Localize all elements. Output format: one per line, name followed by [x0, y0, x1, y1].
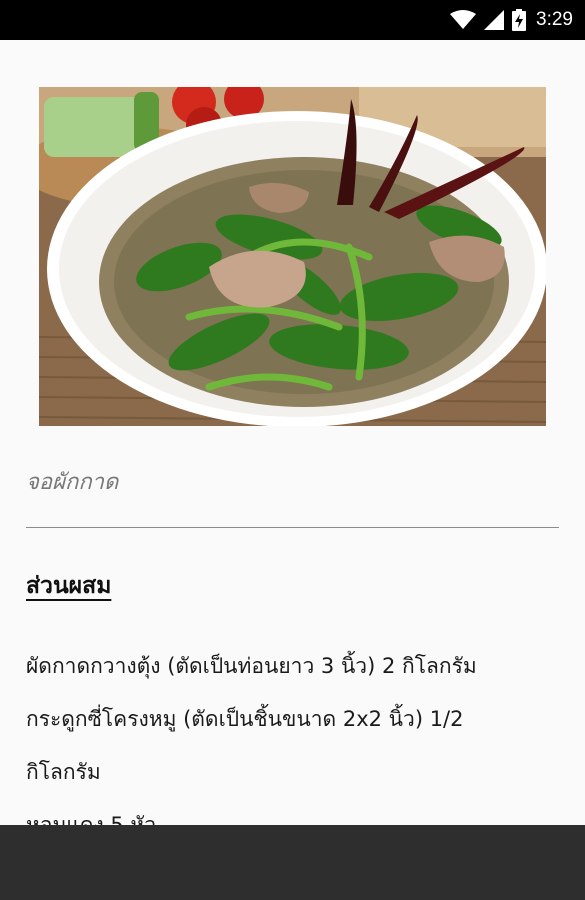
photo-caption: จอผักกาด	[26, 470, 119, 495]
clock-time: 3:29	[536, 9, 573, 30]
divider	[26, 527, 559, 528]
status-icons: 3:29	[450, 6, 573, 34]
ingredients-list: ผัดกาดกวางตุ้ง (ตัดเป็นท่อนยาว 3 นิ้ว) 2…	[26, 640, 566, 825]
status-bar: 3:29	[0, 0, 585, 40]
wifi-icon	[450, 10, 477, 30]
ingredient-line: ผัดกาดกวางตุ้ง (ตัดเป็นท่อนยาว 3 นิ้ว) 2…	[26, 654, 477, 678]
soup-bowl-photo	[39, 87, 546, 426]
ingredient-line: กระดูกซี่โครงหมู (ตัดเป็นชิ้นขนาด 2x2 นิ…	[26, 707, 464, 731]
ingredients-heading: ส่วนผสม	[26, 573, 112, 599]
ingredient-line: กิโลกรัม	[26, 760, 101, 784]
recipe-content[interactable]: จอผักกาด ส่วนผสม ผัดกาดกวางตุ้ง (ตัดเป็น…	[0, 40, 585, 825]
battery-charging-icon	[512, 9, 527, 31]
navigation-bar	[0, 825, 585, 900]
cell-signal-icon	[484, 10, 505, 30]
ingredient-line: หอมแดง 5 หัว	[26, 813, 157, 825]
